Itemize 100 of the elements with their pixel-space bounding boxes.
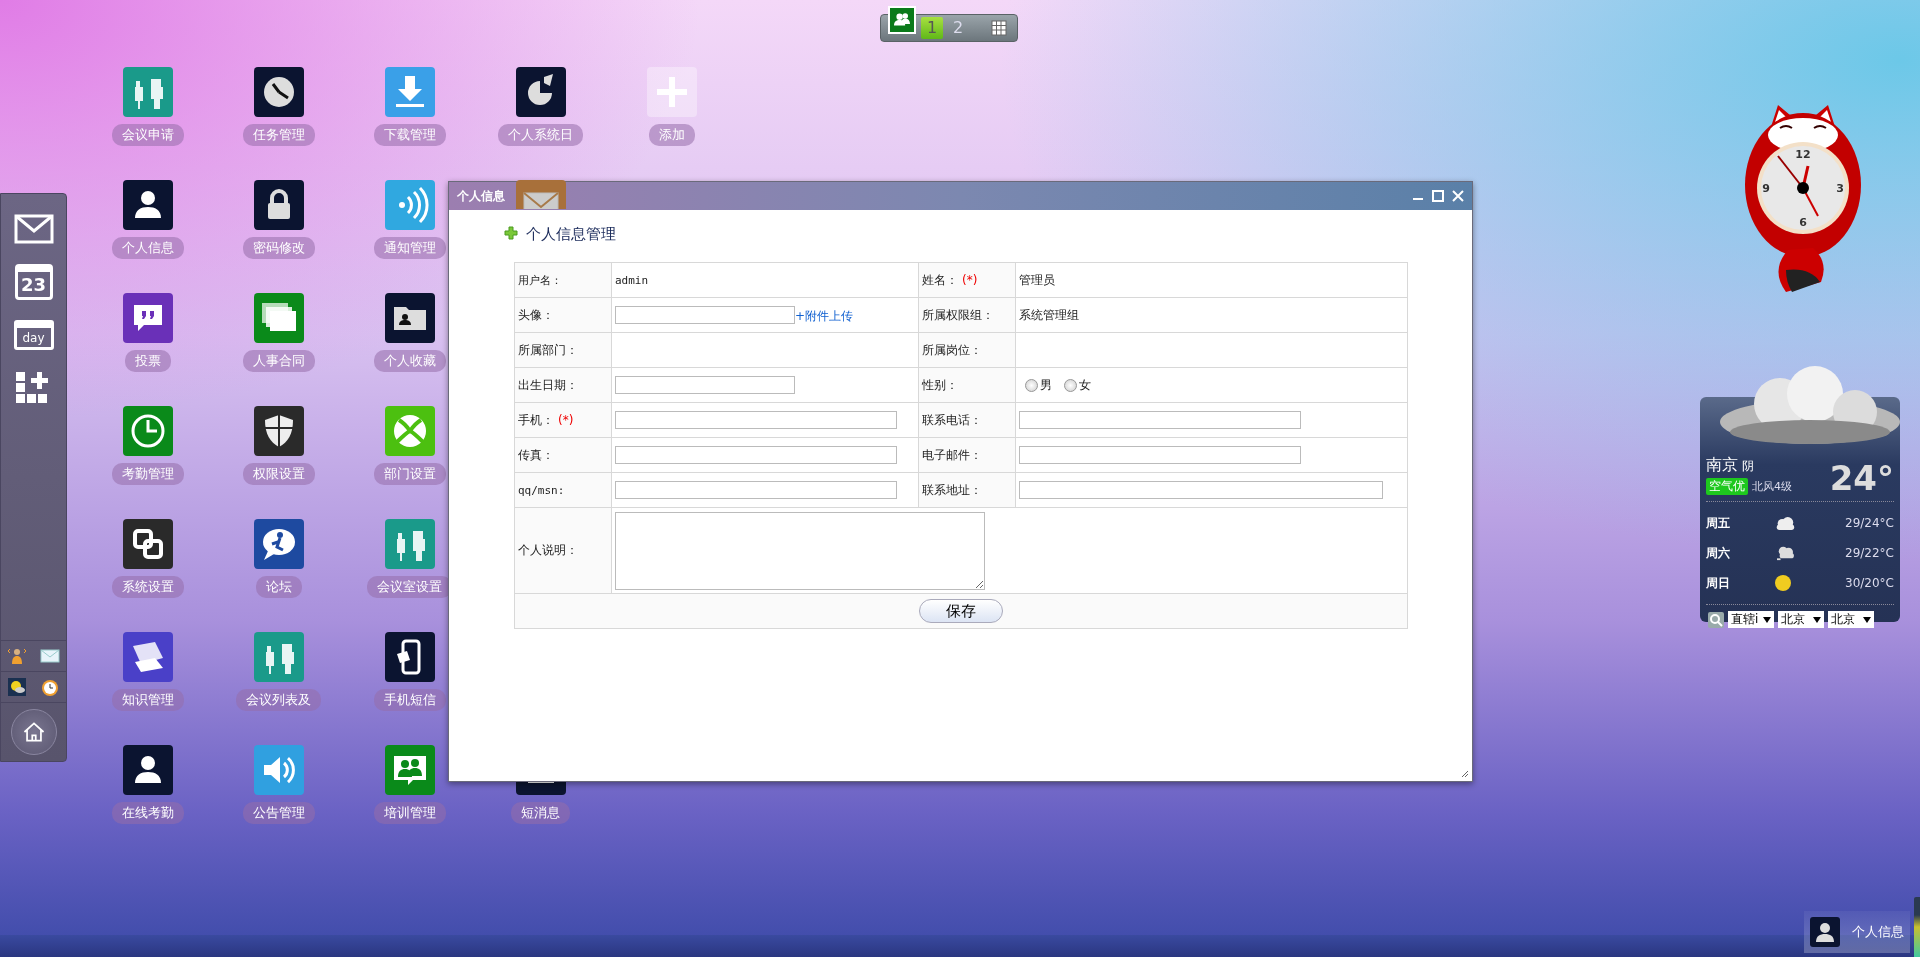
home-button[interactable] xyxy=(10,709,57,755)
download-icon[interactable] xyxy=(384,67,435,117)
icon-label[interactable]: 知识管理 xyxy=(111,689,184,711)
upload-link[interactable]: +附件上传 xyxy=(795,308,854,323)
form-heading: 个人信息管理 xyxy=(526,224,616,244)
icon-label[interactable]: 任务管理 xyxy=(242,124,315,146)
signal-icon[interactable] xyxy=(384,180,435,230)
documents-icon[interactable] xyxy=(122,632,173,682)
speaker-icon[interactable] xyxy=(253,745,304,795)
forecast-temperature: 29/22°C xyxy=(1845,546,1894,560)
icon-label[interactable]: 会议申请 xyxy=(111,124,184,146)
icon-label[interactable]: 会议列表及 xyxy=(236,689,321,711)
field-value: admin xyxy=(611,262,919,298)
date-field[interactable] xyxy=(615,376,795,394)
forecast-day: 周日 xyxy=(1706,574,1766,592)
icon-label[interactable]: 短消息 xyxy=(511,802,570,824)
field-label: 姓名： (*) xyxy=(918,262,1016,298)
users-icon[interactable] xyxy=(888,6,916,34)
close-icon[interactable] xyxy=(1452,190,1464,202)
phone-icon[interactable] xyxy=(384,632,435,682)
mail-icon[interactable] xyxy=(13,214,54,244)
alarm-clock-icon[interactable] xyxy=(39,677,60,697)
icon-label[interactable]: 通知管理 xyxy=(373,237,446,259)
field-label: 所属岗位： xyxy=(918,332,1016,368)
radio-label[interactable]: 男 xyxy=(1040,377,1052,392)
lock-icon[interactable] xyxy=(253,180,304,230)
icon-label[interactable]: 手机短信 xyxy=(373,689,446,711)
radio-button[interactable] xyxy=(1064,378,1077,392)
weather-condition: 阴 xyxy=(1742,458,1754,475)
input-field[interactable] xyxy=(1019,411,1301,429)
icon-label[interactable]: 密码修改 xyxy=(242,237,315,259)
input-field[interactable] xyxy=(615,481,897,499)
icon-label[interactable]: 个人收藏 xyxy=(373,350,446,372)
radio-button[interactable] xyxy=(1025,378,1038,392)
taskbar-item[interactable]: 个人信息 xyxy=(1804,911,1910,953)
icon-label[interactable]: 投票 xyxy=(124,350,171,372)
chat-bubble-icon[interactable] xyxy=(253,519,304,569)
mail-icon[interactable] xyxy=(515,180,566,209)
city-name: 南京 xyxy=(1706,455,1738,476)
plug-icon[interactable] xyxy=(384,519,435,569)
field-label: 性别： xyxy=(918,367,1016,403)
field-value: 管理员 xyxy=(1015,262,1408,298)
clock-icon[interactable] xyxy=(253,67,304,117)
icon-label[interactable]: 考勤管理 xyxy=(111,463,184,485)
input-field[interactable] xyxy=(615,305,795,324)
workspace-tab[interactable]: 2 xyxy=(947,17,969,39)
field-label: 所属部门： xyxy=(514,332,612,368)
input-field[interactable] xyxy=(615,446,897,464)
search-icon[interactable] xyxy=(1708,611,1724,628)
plug-icon[interactable] xyxy=(122,67,173,117)
shield-icon[interactable] xyxy=(253,406,304,456)
quote-bubble-icon[interactable] xyxy=(122,293,173,343)
icon-label[interactable]: 个人系统日 xyxy=(498,124,583,146)
icon-label[interactable]: 系统设置 xyxy=(111,576,184,598)
icon-label[interactable]: 人事合同 xyxy=(242,350,315,372)
icon-label[interactable]: 公告管理 xyxy=(242,802,315,824)
radio-label[interactable]: 女 xyxy=(1079,377,1091,392)
icon-label[interactable]: 培训管理 xyxy=(373,802,446,824)
windows-stack-icon[interactable] xyxy=(253,293,304,343)
temperature: 24° xyxy=(1829,461,1894,495)
linked-squares-icon[interactable] xyxy=(122,519,173,569)
contact-folder-icon[interactable] xyxy=(384,293,435,343)
resize-grip-icon[interactable] xyxy=(1461,770,1469,778)
icon-label[interactable]: 部门设置 xyxy=(373,463,446,485)
input-field[interactable] xyxy=(1019,481,1383,499)
icon-label[interactable]: 权限设置 xyxy=(242,463,315,485)
icon-label[interactable]: 个人信息 xyxy=(111,237,184,259)
city-dropdown[interactable]: 直辖i xyxy=(1728,611,1774,628)
workspace-tab[interactable]: 1 xyxy=(921,17,943,39)
input-field[interactable] xyxy=(615,411,897,429)
icon-label[interactable]: 在线考勤 xyxy=(111,802,184,824)
city-dropdown[interactable]: 北京 xyxy=(1828,611,1874,628)
city-dropdown[interactable]: 北京 xyxy=(1778,611,1824,628)
calendar-icon[interactable]: 23 xyxy=(14,264,53,300)
icon-label[interactable]: 添加 xyxy=(648,124,695,146)
field-label: 联系电话： xyxy=(918,402,1016,438)
day-calendar-icon[interactable]: day xyxy=(13,320,54,350)
clock-numeral: 9 xyxy=(1762,182,1770,195)
wind-text: 北风4级 xyxy=(1752,479,1792,494)
clock-numeral: 3 xyxy=(1836,182,1844,195)
grid-icon[interactable] xyxy=(991,20,1007,36)
input-field[interactable] xyxy=(1019,446,1301,464)
weather-icon[interactable] xyxy=(7,677,28,697)
field-value: 系统管理组 xyxy=(1015,297,1408,333)
air-quality-badge: 空气优 xyxy=(1706,478,1748,495)
icon-label[interactable]: 论坛 xyxy=(255,576,302,598)
save-button[interactable]: 保存 xyxy=(919,599,1003,623)
pie-chart-icon[interactable] xyxy=(515,67,566,117)
broadcaster-icon[interactable] xyxy=(7,646,28,666)
field-label: 用户名： xyxy=(514,262,612,298)
field-label: 个人说明： xyxy=(514,507,612,594)
maximize-icon[interactable] xyxy=(1432,190,1444,202)
envelope-icon[interactable] xyxy=(39,646,60,666)
group-chat-icon[interactable] xyxy=(384,745,435,795)
icon-label[interactable]: 下载管理 xyxy=(373,124,446,146)
clock-numeral: 6 xyxy=(1799,216,1807,229)
field-label: 所属权限组： xyxy=(918,297,1016,333)
cloud-icon xyxy=(1774,515,1796,531)
field-label: 出生日期： xyxy=(514,367,612,403)
plug-icon[interactable] xyxy=(253,632,304,682)
